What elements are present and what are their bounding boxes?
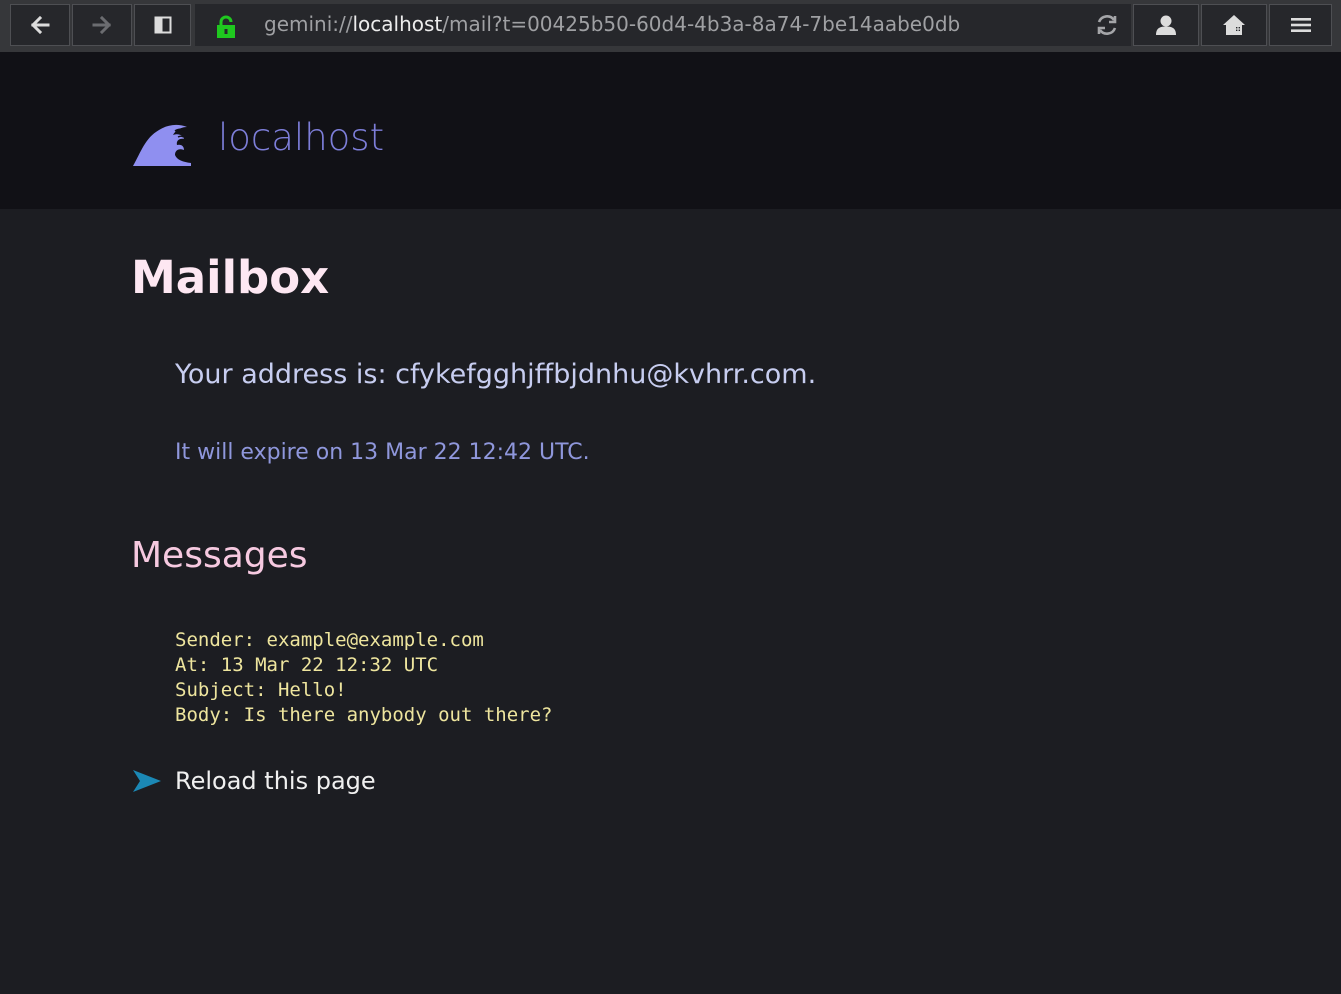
message-date: At: 13 Mar 22 12:32 UTC: [175, 654, 439, 676]
url-scheme: gemini://: [264, 12, 353, 36]
home-icon: [1223, 15, 1245, 35]
page-title: Mailbox: [131, 251, 330, 304]
message-sender: Sender: example@example.com: [175, 629, 484, 651]
messages-heading: Messages: [131, 535, 308, 576]
reload-icon[interactable]: [1095, 13, 1119, 37]
home-button[interactable]: [1201, 4, 1267, 46]
forward-button[interactable]: [72, 4, 132, 46]
site-name: localhost: [218, 116, 385, 159]
arrow-link-icon: [133, 770, 161, 792]
browser-toolbar: gemini://localhost/mail?t=00425b50-60d4-…: [0, 0, 1341, 52]
message-block: Sender: example@example.com At: 13 Mar 2…: [175, 628, 553, 728]
hamburger-menu-icon: [1290, 18, 1311, 32]
sidebar-toggle-icon: [154, 16, 171, 34]
url-path: /mail?t=00425b50-60d4-4b3a-8a74-7be14aab…: [442, 12, 961, 36]
menu-button[interactable]: [1269, 4, 1332, 46]
wave-icon: [133, 124, 191, 166]
url-text[interactable]: gemini://localhost/mail?t=00425b50-60d4-…: [264, 12, 960, 36]
message-body: Body: Is there anybody out there?: [175, 704, 553, 726]
arrow-left-icon: [30, 16, 50, 34]
expire-line: It will expire on 13 Mar 22 12:42 UTC.: [175, 440, 590, 465]
sidebar-toggle-button[interactable]: [134, 4, 191, 46]
back-button[interactable]: [10, 4, 70, 46]
site-banner: localhost: [0, 52, 1341, 209]
reload-page-link[interactable]: Reload this page: [131, 767, 376, 795]
identity-button[interactable]: [1133, 4, 1199, 46]
page-content: Mailbox Your address is: cfykefgghjffbjd…: [0, 209, 1341, 994]
address-line: Your address is: cfykefgghjffbjdnhu@kvhr…: [175, 359, 817, 390]
person-icon: [1156, 15, 1176, 35]
lock-icon: [217, 15, 235, 38]
message-subject: Subject: Hello!: [175, 679, 347, 701]
arrow-right-icon: [92, 16, 112, 34]
reload-link-label: Reload this page: [175, 767, 376, 795]
url-host: localhost: [352, 12, 443, 36]
url-bar[interactable]: gemini://localhost/mail?t=00425b50-60d4-…: [195, 4, 1131, 46]
